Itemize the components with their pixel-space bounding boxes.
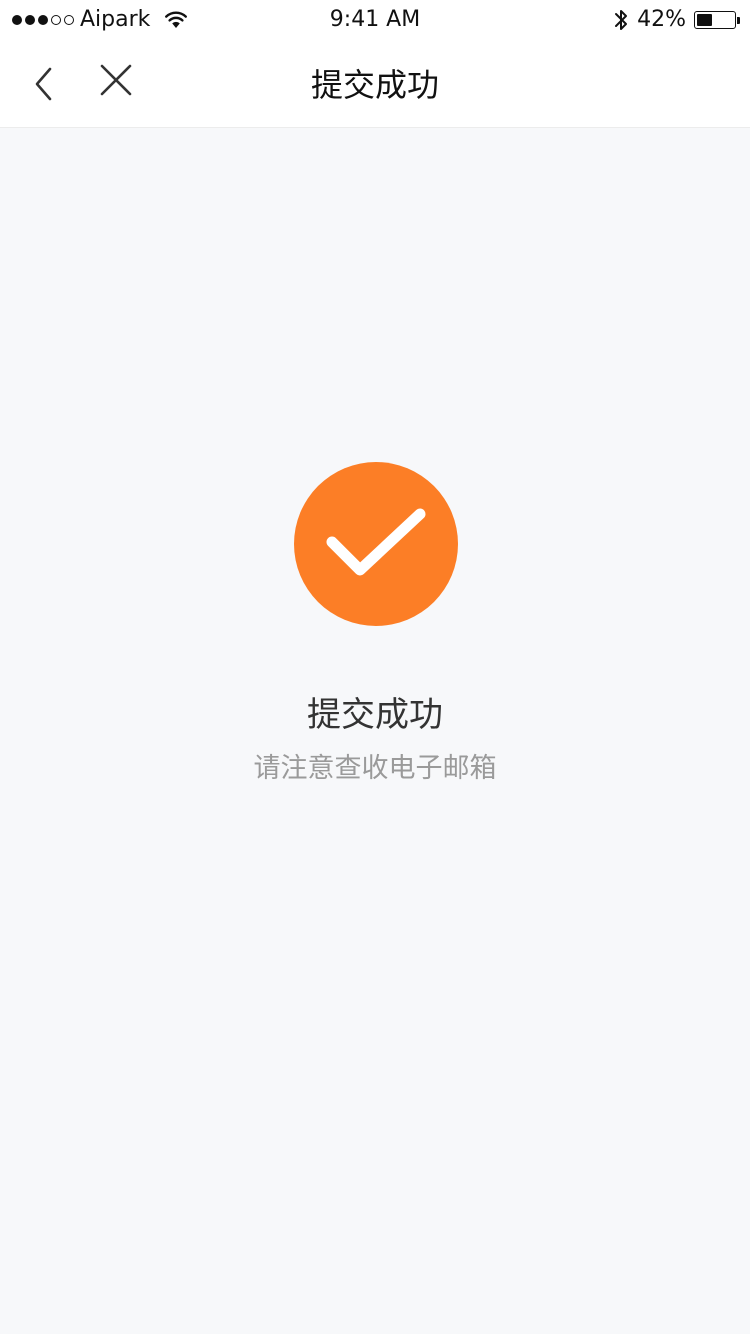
- battery-level-fill: [697, 14, 713, 26]
- screen: Aipark 9:41 AM 42% 提交成功 提交成功 请注意查收电子邮箱: [0, 0, 750, 1334]
- result-title: 提交成功: [307, 695, 443, 735]
- battery-icon: [694, 11, 740, 29]
- bluetooth-icon: [615, 10, 628, 30]
- status-bar: Aipark 9:41 AM 42%: [0, 0, 750, 40]
- result-subtitle: 请注意查收电子邮箱: [253, 753, 497, 784]
- success-badge: [294, 462, 458, 626]
- battery-percentage: 42%: [637, 7, 686, 32]
- page-title: 提交成功: [310, 66, 439, 104]
- check-icon: [326, 508, 426, 576]
- navigation-bar: 提交成功: [0, 40, 750, 128]
- status-right: 42%: [613, 7, 740, 33]
